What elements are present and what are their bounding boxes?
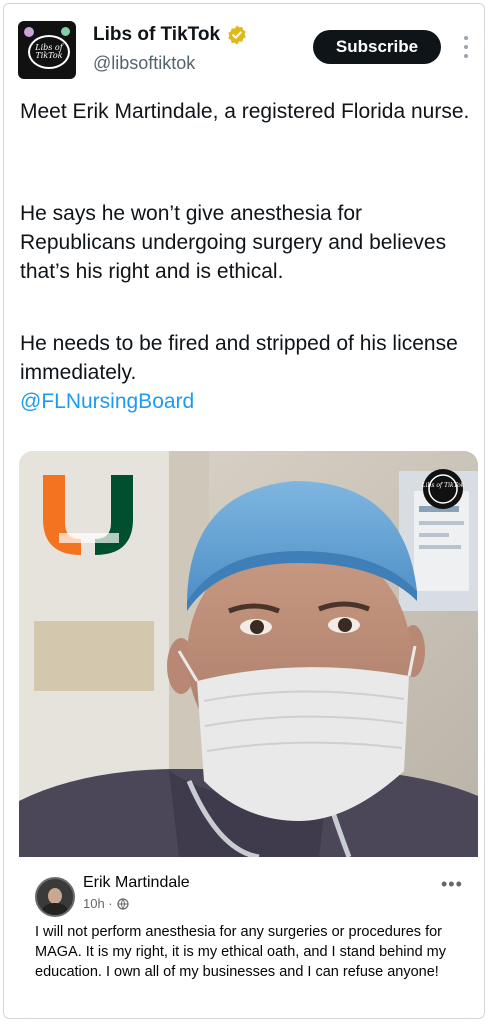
- avatar-decoration: [61, 27, 70, 36]
- display-name[interactable]: Libs of TikTok: [93, 24, 220, 46]
- account-handle[interactable]: @libsoftiktok: [93, 53, 195, 74]
- more-options-icon[interactable]: [458, 36, 474, 58]
- facebook-post-time: 10h ·: [83, 896, 113, 911]
- facebook-author-avatar: [35, 877, 75, 917]
- facebook-post-screenshot: Erik Martindale 10h · ••• I will not per…: [19, 857, 478, 1018]
- avatar-logo: Libs of TikTok: [28, 35, 70, 69]
- tweet-paragraph-3-text: He needs to be fired and stripped of his…: [20, 332, 458, 384]
- tweet-paragraph-3: He needs to be fired and stripped of his…: [20, 329, 470, 416]
- mention-link[interactable]: @FLNursingBoard: [20, 390, 194, 413]
- tweet-paragraph-2: He says he won’t give anesthesia for Rep…: [20, 202, 447, 283]
- avatar-logo-text: Libs of TikTok: [35, 43, 63, 60]
- post-options-icon: •••: [441, 874, 463, 894]
- subscribe-button[interactable]: Subscribe: [313, 30, 441, 64]
- verified-badge-icon: [228, 25, 246, 45]
- globe-icon: [117, 897, 129, 910]
- facebook-author-name: Erik Martindale: [83, 874, 190, 891]
- facebook-post-meta: 10h ·: [83, 896, 129, 911]
- facebook-post-text: I will not perform anesthesia for any su…: [35, 924, 446, 980]
- tweet-media[interactable]: Libs of TikTok Erik Martindale 10h · •••…: [19, 451, 478, 1018]
- tweet-paragraph-1: Meet Erik Martindale, a registered Flori…: [20, 100, 470, 123]
- watermark-text: Libs of TikTok: [421, 482, 465, 489]
- avatar-decoration: [24, 27, 34, 37]
- account-avatar[interactable]: Libs of TikTok: [18, 21, 76, 79]
- account-name-row[interactable]: Libs of TikTok: [93, 24, 248, 46]
- selfie-photo: Libs of TikTok: [19, 451, 478, 857]
